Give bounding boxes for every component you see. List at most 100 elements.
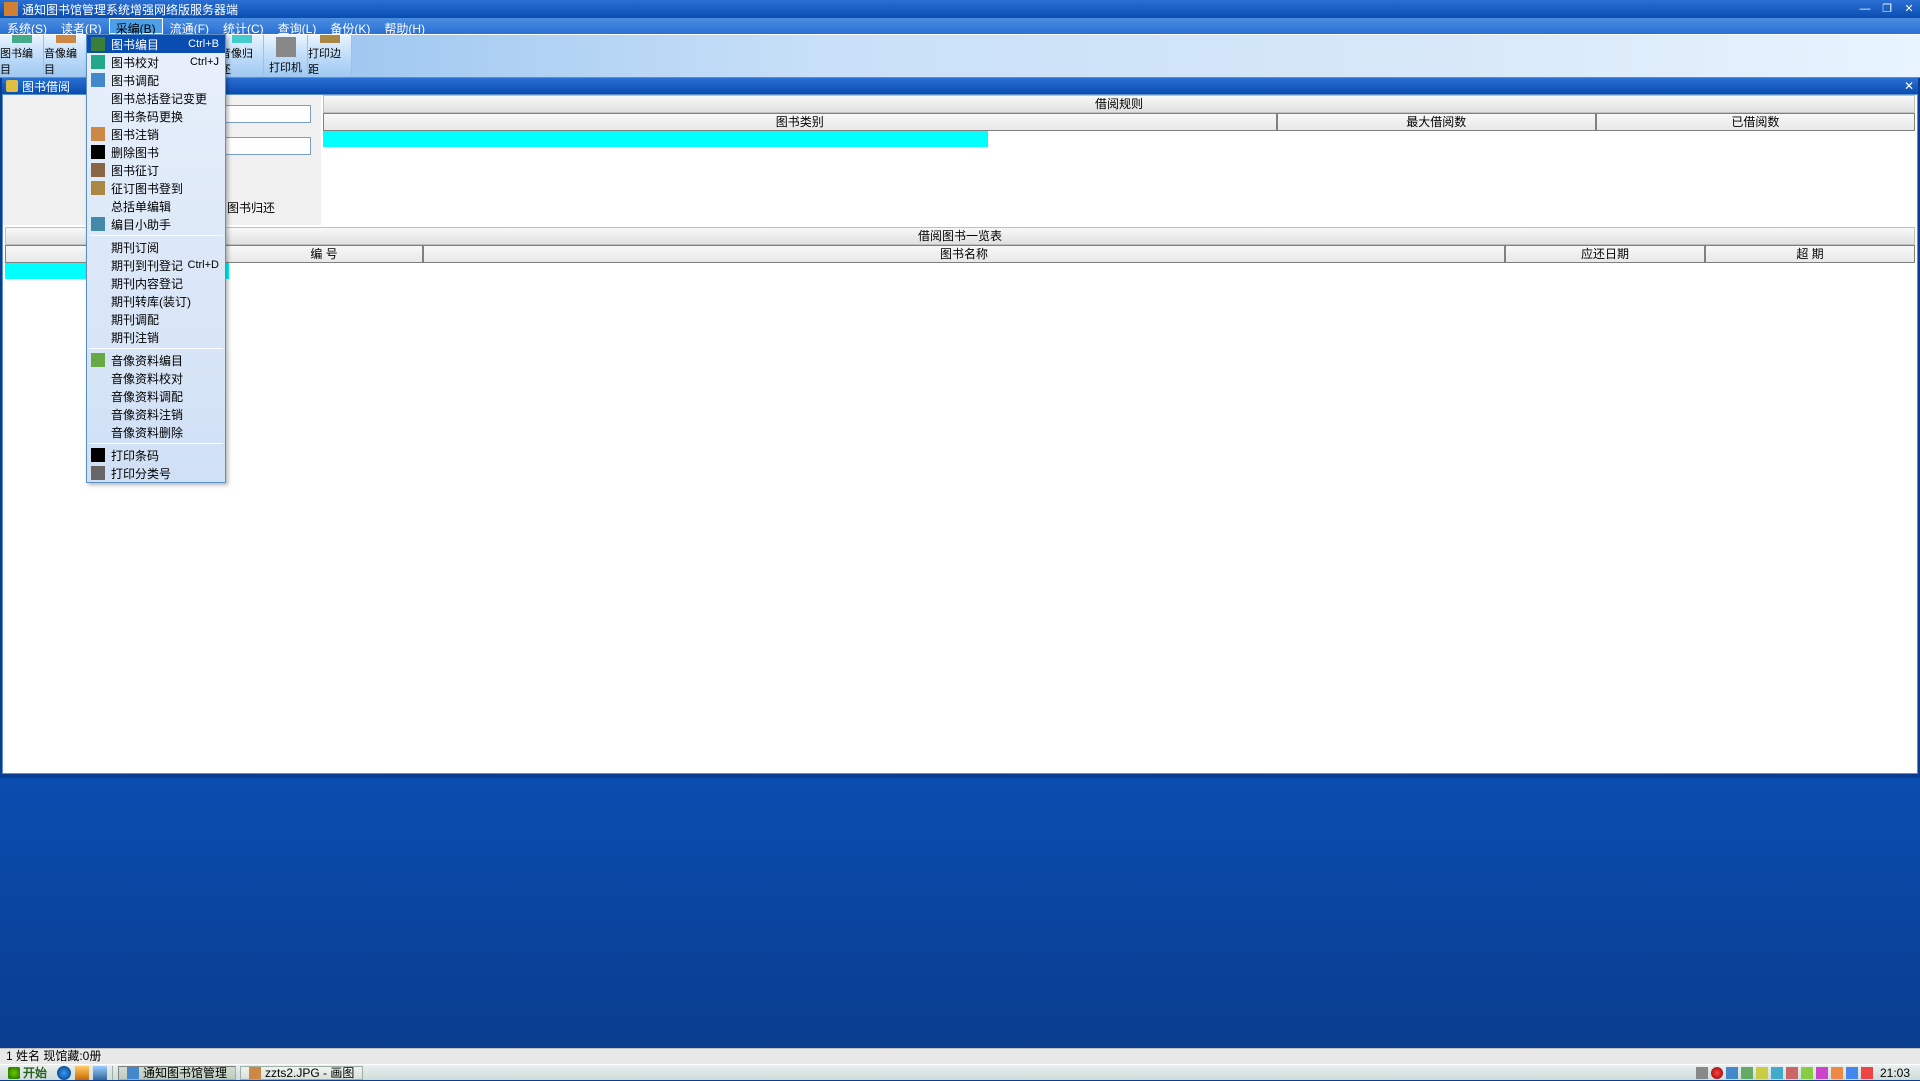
menu-item-打印条码[interactable]: 打印条码 [87, 446, 225, 464]
toolbar-图书编目[interactable]: 图书编目 [0, 35, 44, 77]
menu-2[interactable]: 采编(B) [109, 18, 163, 34]
disc-icon [91, 353, 105, 367]
menu-item-图书征订[interactable]: 图书征订 [87, 161, 225, 179]
toolbar-打印边距[interactable]: 打印边距 [308, 35, 352, 77]
title-bar: 通知图书馆管理系统增强网络版服务器端 — ❐ ✕ [0, 0, 1920, 18]
blist-col-overdue[interactable]: 超 期 [1705, 245, 1915, 263]
edit-icon [91, 127, 105, 141]
menu-item-打印分类号[interactable]: 打印分类号 [87, 464, 225, 482]
toolbar-icon [56, 35, 76, 43]
menu-4[interactable]: 统计(C) [216, 18, 271, 34]
tray-icon-4[interactable] [1801, 1067, 1813, 1079]
start-button[interactable]: 开始 [0, 1064, 55, 1081]
menu-1[interactable]: 读者(R) [54, 18, 109, 34]
task-通知图书馆管理[interactable]: 通知图书馆管理 [118, 1066, 236, 1080]
menu-item-期刊到刊登记[interactable]: 期刊到刊登记Ctrl+D [87, 256, 225, 274]
toolbar-打印机[interactable]: 打印机 [264, 35, 308, 77]
windows-taskbar: 开始 通知图书馆管理 zzts2.JPG - 画图 21:03 [0, 1064, 1920, 1080]
child-close-button[interactable]: ✕ [1900, 79, 1918, 93]
windows-logo-icon [8, 1067, 20, 1079]
menu-0[interactable]: 系统(S) [0, 18, 54, 34]
close-button[interactable]: ✕ [1899, 2, 1919, 16]
tray-icon-1[interactable] [1756, 1067, 1768, 1079]
tray-network-icon[interactable] [1726, 1067, 1738, 1079]
tray-icon-5[interactable] [1816, 1067, 1828, 1079]
menu-item-图书编目[interactable]: 图书编目Ctrl+B [87, 35, 225, 53]
tray-icon-2[interactable] [1771, 1067, 1783, 1079]
menu-item-音像资料注销[interactable]: 音像资料注销 [87, 405, 225, 423]
menu-item-音像资料调配[interactable]: 音像资料调配 [87, 387, 225, 405]
menu-separator [89, 443, 223, 444]
menu-item-编目小助手[interactable]: 编目小助手 [87, 215, 225, 233]
app-title: 通知图书馆管理系统增强网络版服务器端 [22, 1, 238, 18]
toolbar-音像编目[interactable]: 音像编目 [44, 35, 88, 77]
menu-7[interactable]: 帮助(H) [377, 18, 432, 34]
menu-item-图书调配[interactable]: 图书调配 [87, 71, 225, 89]
shortcut-text: Ctrl+J [190, 56, 219, 68]
rules-col-category[interactable]: 图书类别 [323, 113, 1277, 131]
borrowed-table-header: 编 号 图书名称 应还日期 超 期 [5, 245, 1915, 263]
status-text: 1 姓名 现馆藏:0册 [6, 1049, 101, 1063]
toolbar-icon [320, 35, 340, 43]
main-content: 借阅规则 图书类别 最大借阅数 已借阅数 图书归还 借阅图书一览表 编 号 图书… [2, 94, 1918, 774]
status-bar: 1 姓名 现馆藏:0册 [0, 1048, 1920, 1064]
desktop-icon[interactable] [93, 1066, 107, 1080]
delete-icon [91, 145, 105, 159]
menu-bar: 系统(S)读者(R)采编(B)流通(F)统计(C)查询(L)备份(K)帮助(H) [0, 18, 1920, 34]
menu-item-图书校对[interactable]: 图书校对Ctrl+J [87, 53, 225, 71]
system-tray: 21:03 [1690, 1066, 1920, 1080]
menu-item-图书注销[interactable]: 图书注销 [87, 125, 225, 143]
return-book-button[interactable]: 图书归还 [227, 199, 275, 216]
tray-icon-6[interactable] [1831, 1067, 1843, 1079]
menu-item-音像资料删除[interactable]: 音像资料删除 [87, 423, 225, 441]
tray-volume-icon[interactable] [1741, 1067, 1753, 1079]
menu-item-期刊订阅[interactable]: 期刊订阅 [87, 238, 225, 256]
child-window-titlebar: 图书借阅 ✕ [2, 78, 1918, 94]
box-icon [91, 181, 105, 195]
menu-item-图书条码更换[interactable]: 图书条码更换 [87, 107, 225, 125]
check-icon [91, 55, 105, 69]
menu-item-期刊内容登记[interactable]: 期刊内容登记 [87, 274, 225, 292]
menu-item-总括单编辑[interactable]: 总括单编辑 [87, 197, 225, 215]
book-icon [91, 37, 105, 51]
menu-6[interactable]: 备份(K) [323, 18, 377, 34]
tray-icon-7[interactable] [1846, 1067, 1858, 1079]
list-icon [91, 163, 105, 177]
toolbar-音像归还[interactable]: 音像归还 [220, 35, 264, 77]
menu-item-征订图书登到[interactable]: 征订图书登到 [87, 179, 225, 197]
explorer-icon[interactable] [75, 1066, 89, 1080]
blist-col-name[interactable]: 图书名称 [423, 245, 1505, 263]
restore-button[interactable]: ❐ [1877, 2, 1897, 16]
rules-col-max[interactable]: 最大借阅数 [1277, 113, 1596, 131]
rules-selected-row[interactable] [323, 131, 988, 147]
paint-icon [249, 1067, 261, 1079]
app-icon [4, 2, 18, 16]
blist-col-number[interactable]: 编 号 [225, 245, 423, 263]
rules-col-borrowed[interactable]: 已借阅数 [1596, 113, 1915, 131]
swap-icon [91, 73, 105, 87]
menu-5[interactable]: 查询(L) [271, 18, 324, 34]
tray-icon-3[interactable] [1786, 1067, 1798, 1079]
ie-icon[interactable] [57, 1066, 71, 1080]
blist-col-due[interactable]: 应还日期 [1505, 245, 1705, 263]
grid-icon [91, 466, 105, 480]
catalog-dropdown-menu: 图书编目Ctrl+B图书校对Ctrl+J图书调配图书总括登记变更图书条码更换图书… [86, 34, 226, 483]
menu-item-删除图书[interactable]: 删除图书 [87, 143, 225, 161]
menu-item-期刊注销[interactable]: 期刊注销 [87, 328, 225, 346]
menu-item-期刊调配[interactable]: 期刊调配 [87, 310, 225, 328]
tray-icon-8[interactable] [1861, 1067, 1873, 1079]
tray-shield-icon[interactable] [1711, 1067, 1723, 1079]
rules-panel-title: 借阅规则 [323, 95, 1915, 113]
tray-arrow-icon[interactable] [1696, 1067, 1708, 1079]
child-window-title: 图书借阅 [22, 78, 70, 95]
toolbar-icon [232, 35, 252, 43]
menu-item-图书总括登记变更[interactable]: 图书总括登记变更 [87, 89, 225, 107]
book-icon [6, 80, 18, 92]
menu-3[interactable]: 流通(F) [163, 18, 216, 34]
minimize-button[interactable]: — [1855, 2, 1875, 16]
menu-item-期刊转库(装订)[interactable]: 期刊转库(装订) [87, 292, 225, 310]
menu-item-音像资料编目[interactable]: 音像资料编目 [87, 351, 225, 369]
task-zzts2.JPG - 画图[interactable]: zzts2.JPG - 画图 [240, 1066, 363, 1080]
taskbar-clock[interactable]: 21:03 [1876, 1066, 1914, 1080]
menu-item-音像资料校对[interactable]: 音像资料校对 [87, 369, 225, 387]
